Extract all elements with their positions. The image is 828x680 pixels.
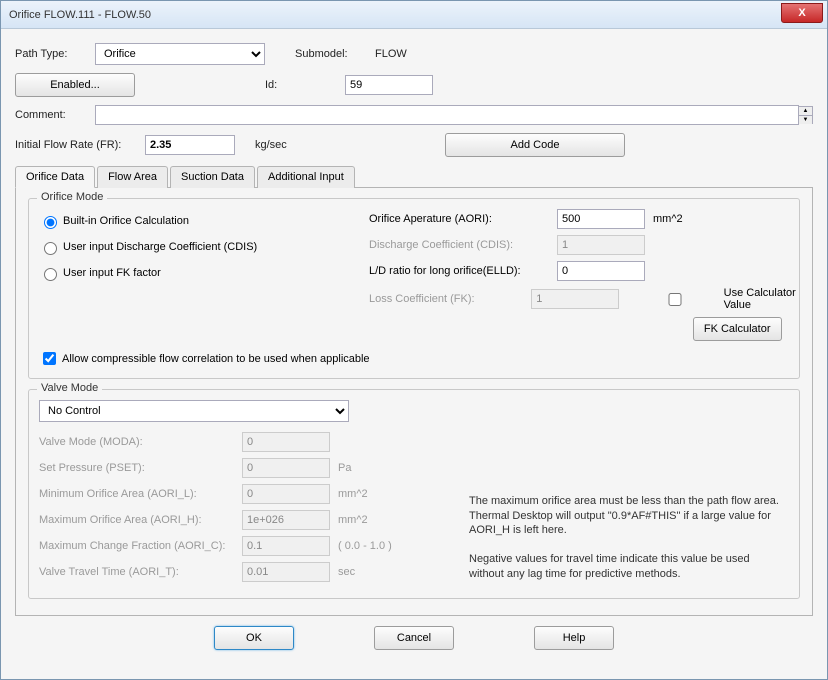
aori-h-label: Maximum Orifice Area (AORI_H): [39, 514, 234, 526]
moda-label: Valve Mode (MODA): [39, 436, 234, 448]
tab-panel-orifice-data: Orifice Mode Built-in Orifice Calculatio… [15, 187, 813, 616]
aori-c-hint: ( 0.0 - 1.0 ) [338, 540, 392, 552]
valve-mode-group: Valve Mode No Control Valve Mode (MODA):… [28, 389, 800, 599]
use-calculator-label: Use Calculator Value [724, 287, 812, 311]
tab-additional-input[interactable]: Additional Input [257, 166, 355, 188]
submodel-value: FLOW [375, 48, 407, 60]
enabled-button[interactable]: Enabled... [15, 73, 135, 97]
radio-fk[interactable] [44, 268, 57, 281]
radio-builtin[interactable] [44, 216, 57, 229]
comment-label: Comment: [15, 109, 95, 121]
aori-l-input [242, 484, 330, 504]
aori-l-label: Minimum Orifice Area (AORI_L): [39, 488, 234, 500]
aori-t-input [242, 562, 330, 582]
submodel-label: Submodel: [295, 48, 375, 60]
valve-mode-select[interactable]: No Control [39, 400, 349, 422]
moda-input [242, 432, 330, 452]
close-icon: X [798, 7, 805, 19]
aori-label: Orifice Aperature (AORI): [369, 213, 549, 225]
aori-h-input [242, 510, 330, 530]
radio-fk-label: User input FK factor [63, 267, 161, 279]
help-text-max-area: The maximum orifice area must be less th… [469, 494, 779, 539]
compressible-checkbox[interactable] [43, 352, 56, 365]
valve-mode-legend: Valve Mode [37, 382, 102, 394]
pset-label: Set Pressure (PSET): [39, 462, 234, 474]
path-type-label: Path Type: [15, 48, 95, 60]
aori-c-input [242, 536, 330, 556]
spinner-up-icon[interactable]: ▲ [799, 107, 812, 116]
aori-input[interactable] [557, 209, 645, 229]
radio-cds[interactable] [44, 242, 57, 255]
dialog-window: Orifice FLOW.111 - FLOW.50 X Path Type: … [0, 0, 828, 680]
aori-l-unit: mm^2 [338, 488, 368, 500]
pset-unit: Pa [338, 462, 351, 474]
tabstrip: Orifice Data Flow Area Suction Data Addi… [15, 166, 813, 188]
id-label: Id: [265, 79, 345, 91]
fk-label: Loss Coefficient (FK): [369, 293, 523, 305]
path-type-select[interactable]: Orifice [95, 43, 265, 65]
elld-label: L/D ratio for long orifice(ELLD): [369, 265, 549, 277]
id-input[interactable] [345, 75, 433, 95]
ifr-input[interactable] [145, 135, 235, 155]
cdis-label: Discharge Coefficient (CDIS): [369, 239, 549, 251]
fk-input [531, 289, 619, 309]
comment-input[interactable] [95, 105, 799, 125]
titlebar: Orifice FLOW.111 - FLOW.50 X [1, 1, 827, 29]
aori-t-label: Valve Travel Time (AORI_T): [39, 566, 234, 578]
tab-flow-area[interactable]: Flow Area [97, 166, 168, 188]
ifr-label: Initial Flow Rate (FR): [15, 139, 145, 151]
ok-button[interactable]: OK [214, 626, 294, 650]
window-title: Orifice FLOW.111 - FLOW.50 [1, 9, 151, 21]
radio-builtin-label: Built-in Orifice Calculation [63, 215, 189, 227]
aori-unit: mm^2 [653, 213, 683, 225]
fk-calculator-button[interactable]: FK Calculator [693, 317, 782, 341]
orifice-mode-legend: Orifice Mode [37, 191, 107, 203]
pset-input [242, 458, 330, 478]
orifice-mode-group: Orifice Mode Built-in Orifice Calculatio… [28, 198, 800, 379]
spinner-down-icon[interactable]: ▼ [799, 116, 812, 124]
radio-cds-label: User input Discharge Coefficient (CDIS) [63, 241, 257, 253]
aori-h-unit: mm^2 [338, 514, 368, 526]
use-calculator-checkbox[interactable] [637, 293, 712, 306]
comment-spinner[interactable]: ▲ ▼ [799, 106, 813, 124]
aori-c-label: Maximum Change Fraction (AORI_C): [39, 540, 234, 552]
tab-orifice-data[interactable]: Orifice Data [15, 166, 95, 188]
tab-suction-data[interactable]: Suction Data [170, 166, 255, 188]
aori-t-unit: sec [338, 566, 355, 578]
elld-input[interactable] [557, 261, 645, 281]
add-code-button[interactable]: Add Code [445, 133, 625, 157]
cancel-button[interactable]: Cancel [374, 626, 454, 650]
dialog-content: Path Type: Orifice Submodel: FLOW Enable… [1, 29, 827, 679]
help-text-travel-time: Negative values for travel time indicate… [469, 552, 779, 582]
cdis-input [557, 235, 645, 255]
close-button[interactable]: X [781, 3, 823, 23]
ifr-unit: kg/sec [255, 139, 315, 151]
dialog-button-bar: OK Cancel Help [15, 616, 813, 658]
help-button[interactable]: Help [534, 626, 614, 650]
compressible-label: Allow compressible flow correlation to b… [62, 353, 370, 365]
